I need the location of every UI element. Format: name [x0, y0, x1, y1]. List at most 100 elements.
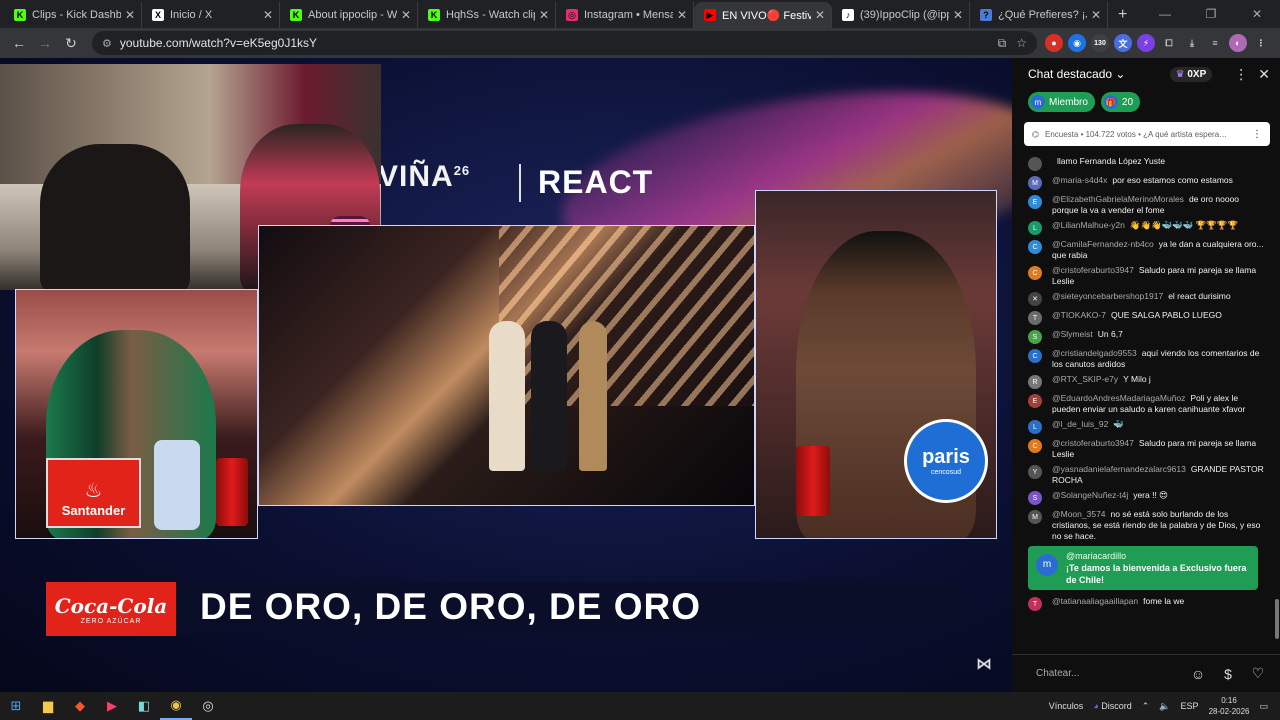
chat-message[interactable]: C @cristoferaburto3947 Saludo para mi pare…: [1012, 436, 1274, 462]
welcome-author[interactable]: @mariacardillo: [1066, 551, 1126, 561]
volume-icon[interactable]: 🔈: [1159, 701, 1170, 712]
chat-message[interactable]: T @TIOKAKO-7 QUE SALGA PABLO LUEGO: [1012, 308, 1274, 327]
links-label[interactable]: Vínculos: [1049, 701, 1084, 711]
chat-message[interactable]: M @Moon_3574 no sé está solo burlando de l…: [1012, 507, 1274, 544]
chat-message[interactable]: S @Slymeist Un 6,7: [1012, 327, 1274, 346]
chat-author[interactable]: @Slymeist: [1052, 329, 1093, 339]
chat-avatar[interactable]: C: [1028, 349, 1042, 363]
browser-tab[interactable]: ◎ Instagram • Mensajes ✕: [556, 2, 694, 28]
maximize-icon[interactable]: ❐: [1188, 0, 1234, 28]
download-icon[interactable]: ⤓: [1183, 34, 1201, 52]
app-icon[interactable]: ◧: [128, 692, 160, 720]
chat-avatar[interactable]: Y: [1028, 465, 1042, 479]
extension-blue-icon[interactable]: ◉: [1068, 34, 1086, 52]
welcome-message[interactable]: m @mariacardillo ¡Te damos la bienvenida a…: [1028, 546, 1258, 590]
chat-message[interactable]: S @SolangeNuñez-t4j yera !! 😍: [1012, 488, 1274, 507]
chat-chip[interactable]: 🎁 20: [1100, 92, 1141, 112]
chat-author[interactable]: @LilianMalhue-y2n: [1052, 220, 1125, 230]
extension-red-icon[interactable]: ●: [1045, 34, 1063, 52]
chat-avatar[interactable]: R: [1028, 375, 1042, 389]
browser-tab[interactable]: K About ippoclip - Watch L ✕: [280, 2, 418, 28]
chat-avatar[interactable]: M: [1028, 176, 1042, 190]
tab-close-icon[interactable]: ✕: [677, 8, 687, 22]
chat-avatar[interactable]: T: [1028, 311, 1042, 325]
chat-message-list[interactable]: llamo Fernanda López Yuste M @maria-s4d4x p…: [1012, 154, 1274, 656]
twitch-icon[interactable]: ⚡: [1137, 34, 1155, 52]
chat-avatar[interactable]: T: [1028, 597, 1042, 611]
chat-message[interactable]: C @CamilaFernandez-nb4co ya le dan a cualq…: [1012, 237, 1274, 263]
address-bar[interactable]: ⚙ youtube.com/watch?v=eK5eg0J1ksY ⧉ ☆: [92, 31, 1037, 55]
chat-author[interactable]: @TIOKAKO-7: [1052, 310, 1106, 320]
notification-icon[interactable]: ▭: [1259, 701, 1268, 712]
file-explorer-icon[interactable]: ▆: [32, 692, 64, 720]
chat-message[interactable]: C @cristoferaburto3947 Saludo para mi pare…: [1012, 263, 1274, 289]
chat-author[interactable]: @ElizabethGabrielaMerinoMorales: [1052, 194, 1184, 204]
site-info-icon[interactable]: ⚙: [102, 37, 112, 50]
windows-start-icon[interactable]: ⊞: [0, 692, 32, 720]
chat-author[interactable]: @tatianaaliagaaillapan: [1052, 596, 1138, 606]
clock[interactable]: 0:16 28-02-2026: [1209, 695, 1250, 717]
chat-author[interactable]: @SolangeNuñez-t4j: [1052, 490, 1128, 500]
chat-message[interactable]: R @RTX_SKIP-e7y Y Milo j: [1012, 372, 1274, 391]
browser-tab[interactable]: K Clips - Kick Dashboard ✕: [4, 2, 142, 28]
translate-icon[interactable]: 文: [1114, 34, 1132, 52]
chat-message[interactable]: C @cristiandelgado9553 aquí viendo los com…: [1012, 346, 1274, 372]
chrome-icon[interactable]: ◉: [160, 692, 192, 720]
close-chat-icon[interactable]: ✕: [1258, 66, 1270, 83]
chat-author[interactable]: @l_de_luis_92: [1052, 419, 1108, 429]
minimize-icon[interactable]: —: [1142, 0, 1188, 28]
chat-avatar[interactable]: [1028, 157, 1042, 171]
browser-tab[interactable]: ▶ EN VIVO🔴 Festival d ✕: [694, 2, 832, 28]
chat-avatar[interactable]: S: [1028, 330, 1042, 344]
media-control-icon[interactable]: ≡: [1206, 34, 1224, 52]
chat-avatar[interactable]: C: [1028, 439, 1042, 453]
poll-menu-icon[interactable]: ⋮: [1252, 129, 1262, 140]
chat-author[interactable]: @CamilaFernandez-nb4co: [1052, 239, 1154, 249]
extensions-puzzle-icon[interactable]: ⧠: [1160, 34, 1178, 52]
tab-close-icon[interactable]: ✕: [401, 8, 411, 22]
chat-scrollbar-thumb[interactable]: [1275, 599, 1279, 639]
chat-author[interactable]: @Moon_3574: [1052, 509, 1106, 519]
chat-scrollbar[interactable]: [1274, 154, 1280, 656]
browser-tab[interactable]: K HqhSs - Watch clips o ✕: [418, 2, 556, 28]
forward-icon[interactable]: →: [32, 30, 58, 56]
chat-menu-icon[interactable]: ⋮: [1234, 66, 1248, 83]
video-player[interactable]: VIÑA26 REACT ♨ Santander paris cencosud C…: [0, 58, 1012, 692]
browser-tab[interactable]: ? ¿Qué Prefieres? ¡Juega en ✕: [970, 2, 1108, 28]
chat-avatar[interactable]: E: [1028, 195, 1042, 209]
chat-message[interactable]: M @maria-s4d4x por eso estamos como estamo…: [1012, 173, 1274, 192]
tab-close-icon[interactable]: ✕: [1091, 8, 1101, 22]
chat-mode-dropdown[interactable]: Chat destacado ⌄: [1028, 67, 1125, 81]
tab-close-icon[interactable]: ✕: [125, 8, 135, 22]
media-player-icon[interactable]: ▶: [96, 692, 128, 720]
chat-author[interactable]: @cristiandelgado9553: [1052, 348, 1137, 358]
reload-icon[interactable]: ↻: [58, 30, 84, 56]
chat-message[interactable]: Y @yasnadanielafernandezalarc9613 GRANDE P…: [1012, 462, 1274, 488]
chat-input[interactable]: Chatear...: [1036, 668, 1180, 679]
chat-author[interactable]: @EduardoAndresMadariagaMuñoz: [1052, 393, 1185, 403]
chat-avatar[interactable]: L: [1028, 420, 1042, 434]
new-tab-button[interactable]: +: [1108, 2, 1137, 28]
tray-chevron-icon[interactable]: ⌃: [1142, 701, 1150, 712]
chat-message[interactable]: T @tatianaaliagaaillapan fome la we: [1012, 594, 1274, 613]
bookmark-star-icon[interactable]: ☆: [1016, 36, 1027, 51]
chat-author[interactable]: @cristoferaburto3947: [1052, 265, 1134, 275]
tab-close-icon[interactable]: ✕: [263, 8, 273, 22]
chat-author[interactable]: @sieteyoncebarbershop1917: [1052, 291, 1163, 301]
chat-avatar[interactable]: E: [1028, 394, 1042, 408]
tab-close-icon[interactable]: ✕: [815, 8, 825, 22]
language-indicator[interactable]: ESP: [1181, 701, 1199, 711]
chat-message[interactable]: llamo Fernanda López Yuste: [1012, 154, 1274, 173]
chat-avatar[interactable]: ✕: [1028, 292, 1042, 306]
chat-avatar[interactable]: S: [1028, 491, 1042, 505]
heart-icon[interactable]: ♡: [1246, 665, 1270, 682]
chat-message[interactable]: E @EduardoAndresMadariagaMuñoz Poli y alex…: [1012, 391, 1274, 417]
chat-author[interactable]: @yasnadanielafernandezalarc9613: [1052, 464, 1186, 474]
chat-avatar[interactable]: C: [1028, 266, 1042, 280]
chat-author[interactable]: @cristoferaburto3947: [1052, 438, 1134, 448]
browser-tab[interactable]: ♪ (39)IppoClip (@ippoclip) ✕: [832, 2, 970, 28]
chat-message[interactable]: L @LilianMalhue-y2n 👋👋👋🐳🐳🐳 🏆🏆🏆🏆: [1012, 218, 1274, 237]
extension-counter-icon[interactable]: 130: [1091, 34, 1109, 52]
obs-icon[interactable]: ◎: [192, 692, 224, 720]
welcome-avatar[interactable]: m: [1036, 554, 1058, 576]
